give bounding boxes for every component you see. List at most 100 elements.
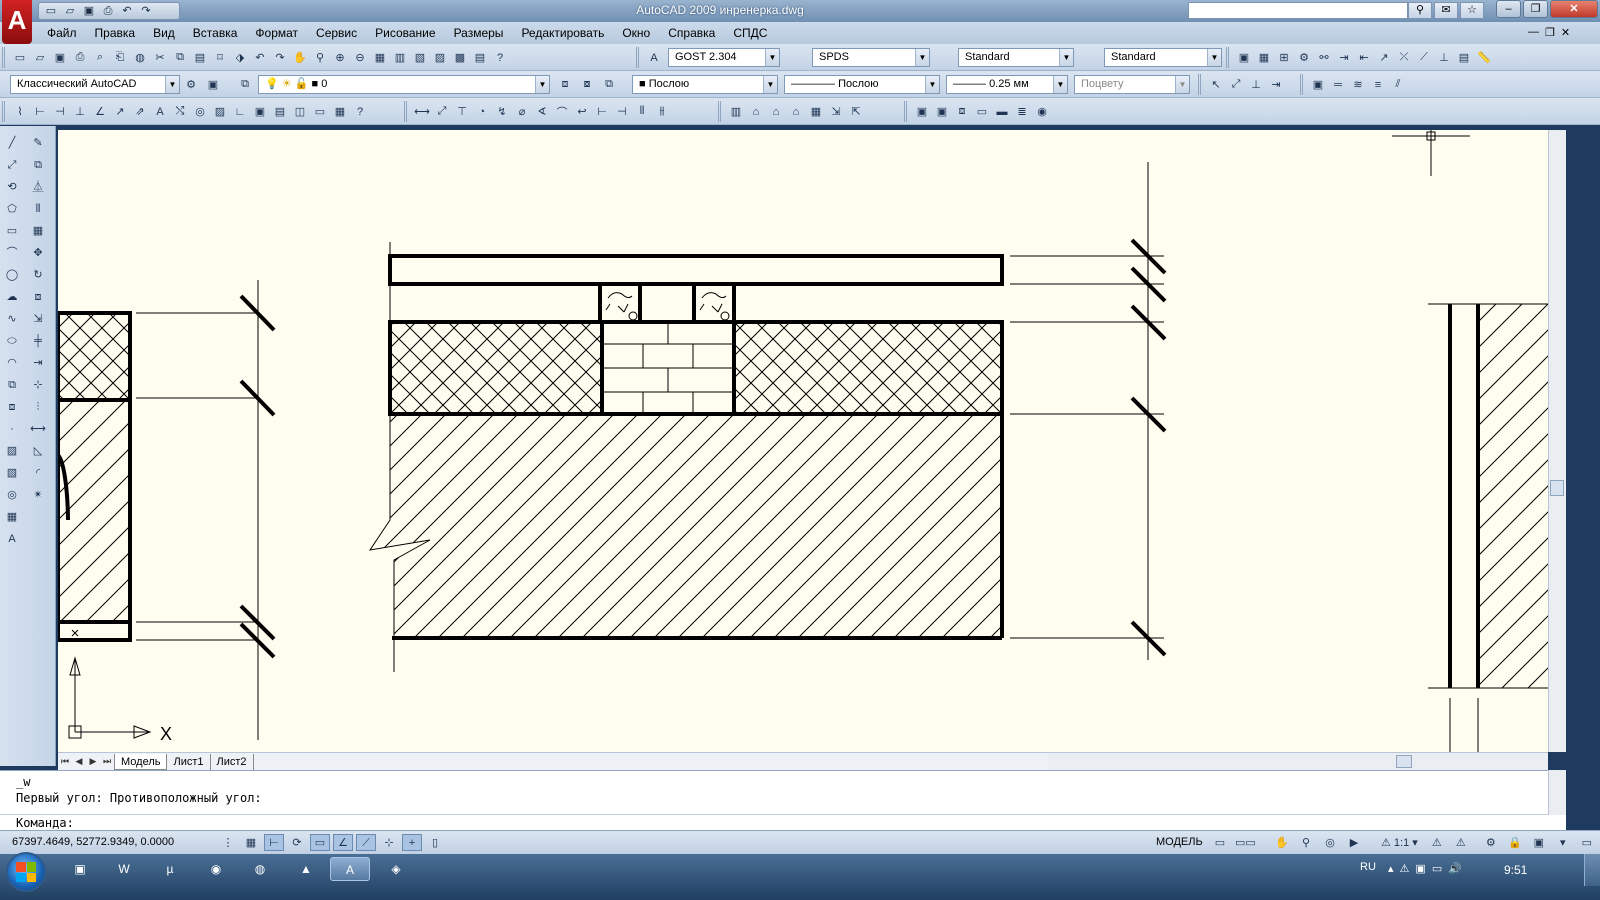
markup-icon[interactable]: ▩ — [451, 49, 469, 67]
revcloud-icon[interactable]: ☁ — [2, 288, 22, 307]
insert-block-icon[interactable]: ⧉ — [2, 376, 22, 395]
show-desktop-button[interactable] — [1584, 854, 1600, 886]
region-icon[interactable]: ◎ — [2, 486, 22, 505]
dim-baseline2-icon[interactable]: ⊢ — [593, 103, 611, 121]
zoom-previous-icon[interactable]: ⊖ — [351, 49, 369, 67]
dim-jogged-icon[interactable]: ↯ — [493, 103, 511, 121]
menu-file[interactable]: Файл — [38, 22, 86, 44]
mirror-icon[interactable]: ⏅ — [28, 178, 48, 197]
draworder-icon[interactable]: ≣ — [1013, 103, 1031, 121]
menu-draw[interactable]: Рисование — [366, 22, 444, 44]
communication-center-icon[interactable]: ✉ — [1434, 2, 1458, 19]
pan-icon[interactable]: ✋ — [291, 49, 309, 67]
spds-export-icon[interactable]: ⇥ — [1335, 49, 1353, 67]
line-type-1-icon[interactable]: ═ — [1329, 76, 1347, 94]
menu-help[interactable]: Справка — [659, 22, 724, 44]
copy-icon[interactable]: ⧉ — [28, 156, 48, 175]
hide-icon[interactable]: ▬ — [993, 103, 1011, 121]
mtext-icon[interactable]: A — [2, 530, 22, 549]
dim-break-icon[interactable]: ⫵ — [653, 103, 671, 121]
linetype-select[interactable]: ———— Послою ▼ — [784, 75, 940, 94]
maximize-icon[interactable]: ❐ — [1523, 0, 1548, 18]
quick-properties-icon[interactable]: ▯ — [425, 834, 445, 851]
spds-format-icon[interactable]: ▣ — [1235, 49, 1253, 67]
quickcalc-icon[interactable]: ▤ — [471, 49, 489, 67]
dim-aligned-icon[interactable]: ⤢ — [433, 103, 451, 121]
taskbar-aimp-icon[interactable]: ▲ — [286, 857, 326, 881]
undo-icon[interactable]: ↶ — [251, 49, 269, 67]
ortho-icon[interactable]: ⊢ — [264, 834, 284, 851]
spds-axis-icon[interactable]: ⊞ — [1275, 49, 1293, 67]
dim-quick-icon[interactable]: ↩ — [573, 103, 591, 121]
menu-spds[interactable]: СПДС — [724, 22, 776, 44]
shade-icon[interactable]: ▭ — [973, 103, 991, 121]
model-space-label[interactable]: МОДЕЛЬ — [1156, 836, 1203, 848]
format-icon[interactable]: ▭ — [311, 103, 329, 121]
rotate-icon[interactable]: ↻ — [28, 266, 48, 285]
zoom-status-icon[interactable]: ⚲ — [1296, 834, 1316, 851]
make-block-icon[interactable]: ⧈ — [2, 398, 22, 417]
rectangle-icon[interactable]: ▭ — [2, 222, 22, 241]
doc-minimize-icon[interactable]: — — [1528, 26, 1539, 42]
dim-continue-icon[interactable]: ⊣ — [613, 103, 631, 121]
taskbar-chrome-icon[interactable]: ◉ — [196, 857, 236, 881]
first-tab-icon[interactable]: ⏮ — [58, 756, 72, 767]
leader-arrow-icon[interactable]: ↖ — [1207, 76, 1225, 94]
quick-view-layouts-icon[interactable]: ▭▭ — [1234, 834, 1256, 851]
network-icon[interactable]: ⚠ — [1400, 862, 1410, 875]
spds-cut-icon[interactable]: ⟋ — [1415, 49, 1433, 67]
erase-icon[interactable]: ✎ — [28, 134, 48, 153]
make-current-layer-icon[interactable]: ⧈ — [556, 75, 574, 93]
table-style-select[interactable]: Standard ▼ — [958, 48, 1074, 67]
hatch-icon[interactable]: ▨ — [2, 442, 22, 461]
spds-table-icon[interactable]: ▤ — [1455, 49, 1473, 67]
hardware-accel-icon[interactable]: ▣ — [1529, 834, 1549, 851]
favorites-icon[interactable]: ☆ — [1460, 2, 1484, 19]
taskbar-app-icon[interactable]: ◈ — [376, 857, 416, 881]
spline-icon[interactable]: ∿ — [2, 310, 22, 329]
command-prompt[interactable]: Команда: — [16, 816, 74, 830]
save-icon[interactable]: ▣ — [51, 49, 69, 67]
view-icon[interactable]: ▣ — [251, 103, 269, 121]
menu-tools[interactable]: Сервис — [307, 22, 366, 44]
line-type-3-icon[interactable]: ≡ — [1369, 76, 1387, 94]
arc-icon[interactable]: ⌒ — [2, 244, 22, 263]
render-icon[interactable]: ⧈ — [953, 103, 971, 121]
dim-space-icon[interactable]: ⫴ — [633, 103, 651, 121]
annotation-visibility-icon[interactable]: ⚠ — [1427, 834, 1447, 851]
spds-symbol-icon[interactable]: ⚙ — [1295, 49, 1313, 67]
help-icon[interactable]: ? — [491, 49, 509, 67]
xline-icon[interactable]: ⤢ — [2, 156, 22, 175]
section-icon[interactable]: ⤭ — [171, 103, 189, 121]
taskbar-autocad-icon[interactable]: A — [330, 857, 370, 881]
fragment-icon[interactable]: ▨ — [211, 103, 229, 121]
marker-icon[interactable]: ◫ — [291, 103, 309, 121]
grid-icon[interactable]: ▦ — [807, 103, 825, 121]
export-icon[interactable]: ⇲ — [827, 103, 845, 121]
workspace-save-icon[interactable]: ▣ — [204, 75, 222, 93]
frame-icon[interactable]: ▣ — [1309, 76, 1327, 94]
polygon-icon[interactable]: ⬠ — [2, 200, 22, 219]
line-type-2-icon[interactable]: ≋ — [1349, 76, 1367, 94]
application-menu-button[interactable]: A — [2, 0, 32, 44]
menu-modify[interactable]: Редактировать — [512, 22, 613, 44]
doc-restore-icon[interactable]: ❐ — [1545, 26, 1555, 42]
tab-layout1[interactable]: Лист1 — [167, 753, 211, 770]
table-spds-icon[interactable]: ▤ — [271, 103, 289, 121]
help-search-input[interactable] — [1188, 2, 1408, 19]
leader-level-icon[interactable]: ⊥ — [1247, 76, 1265, 94]
leader-diag-icon[interactable]: ⤢ — [1227, 76, 1245, 94]
next-tab-icon[interactable]: ▶ — [86, 756, 100, 767]
taskbar-clock[interactable]: 9:51 — [1504, 863, 1527, 877]
zoom-window-icon[interactable]: ⊕ — [331, 49, 349, 67]
close-icon[interactable]: ✕ — [1550, 0, 1598, 18]
ellipse-arc-icon[interactable]: ◠ — [2, 354, 22, 373]
scale-icon[interactable]: ⧈ — [28, 288, 48, 307]
spds-level-icon[interactable]: ⊥ — [1435, 49, 1453, 67]
layer-previous-icon[interactable]: ⧇ — [578, 75, 596, 93]
dim-linear-icon[interactable]: ⟷ — [413, 103, 431, 121]
workspace-switch-icon[interactable]: ⚙ — [1481, 834, 1501, 851]
stretch-icon[interactable]: ⇲ — [28, 310, 48, 329]
snap-icon[interactable]: ⋮ — [218, 834, 238, 851]
dim-diameter-icon[interactable]: ⌀ — [513, 103, 531, 121]
